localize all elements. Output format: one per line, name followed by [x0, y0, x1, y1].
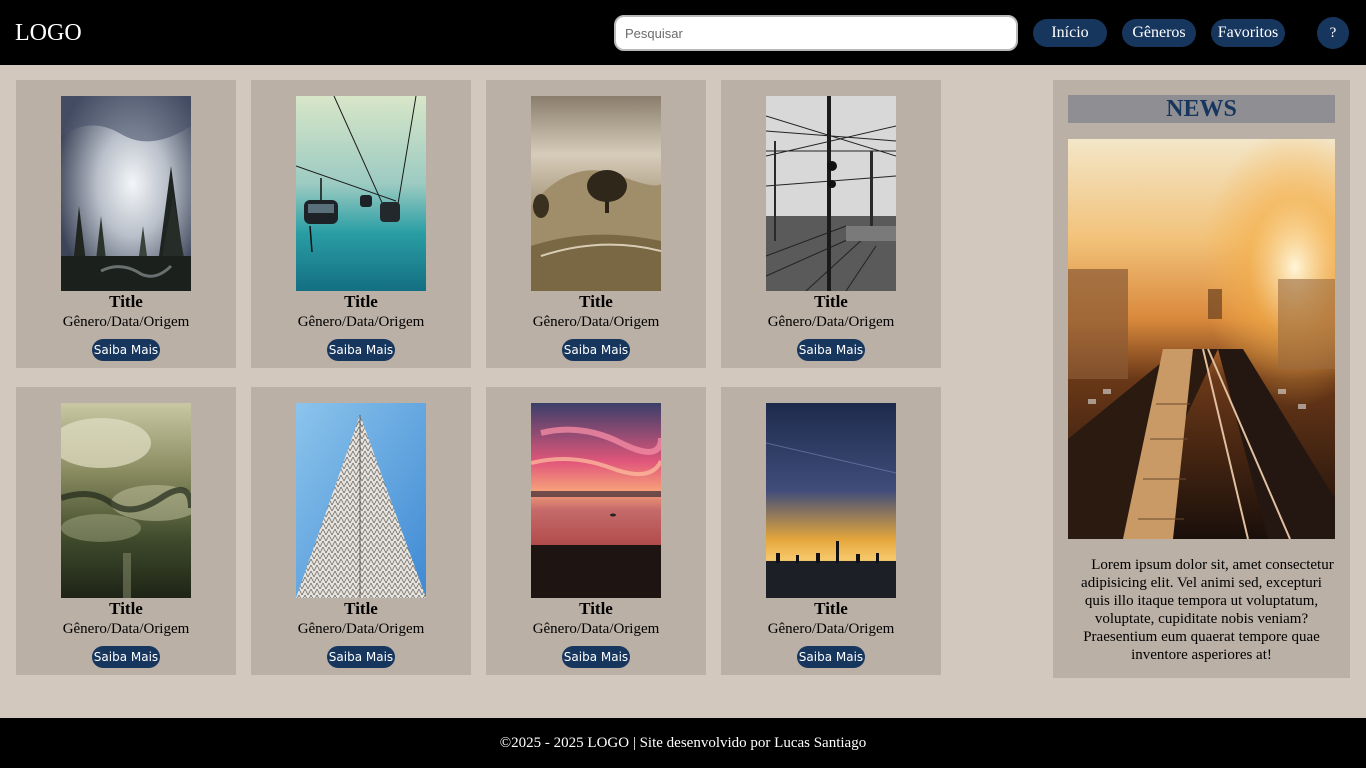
- saiba-mais-button[interactable]: Saiba Mais: [797, 646, 865, 668]
- news-title: NEWS: [1068, 95, 1335, 123]
- card-image-sepia-hill-tree[interactable]: [531, 96, 661, 291]
- saiba-mais-button[interactable]: Saiba Mais: [92, 646, 160, 668]
- content-card: Title Gênero/Data/Origem Saiba Mais: [721, 387, 941, 675]
- saiba-mais-button[interactable]: Saiba Mais: [797, 339, 865, 361]
- saiba-mais-button[interactable]: Saiba Mais: [562, 646, 630, 668]
- card-image-dusk-pier[interactable]: [766, 403, 896, 598]
- card-title: Title: [344, 599, 378, 618]
- saiba-mais-button[interactable]: Saiba Mais: [327, 339, 395, 361]
- card-title: Title: [579, 599, 613, 618]
- content-card: Title Gênero/Data/Origem Saiba Mais: [251, 387, 471, 675]
- card-meta: Gênero/Data/Origem: [62, 621, 190, 637]
- card-meta: Gênero/Data/Origem: [532, 314, 660, 330]
- card-image-pink-beach-sunset[interactable]: [531, 403, 661, 598]
- card-title: Title: [814, 292, 848, 311]
- card-image-railway-wires[interactable]: [766, 96, 896, 291]
- content-card: Title Gênero/Data/Origem Saiba Mais: [486, 387, 706, 675]
- news-text: Lorem ipsum dolor sit, amet consectetur …: [1081, 557, 1334, 663]
- site-logo[interactable]: LOGO: [15, 19, 82, 47]
- nav-generos-button[interactable]: Gêneros: [1122, 19, 1196, 47]
- site-footer: ©2025 - 2025 LOGO | Site desenvolvido po…: [0, 718, 1366, 768]
- card-image-cable-cars[interactable]: [296, 96, 426, 291]
- news-panel: NEWS Lorem ipsum dolor sit, amet consect…: [1053, 80, 1350, 678]
- card-meta: Gênero/Data/Origem: [532, 621, 660, 637]
- card-title: Title: [344, 292, 378, 311]
- saiba-mais-button[interactable]: Saiba Mais: [327, 646, 395, 668]
- card-meta: Gênero/Data/Origem: [767, 314, 895, 330]
- card-image-foggy-valley[interactable]: [61, 403, 191, 598]
- help-button[interactable]: ?: [1317, 17, 1349, 49]
- news-image-city-train-sunset[interactable]: [1068, 139, 1335, 539]
- card-title: Title: [579, 292, 613, 311]
- card-title: Title: [814, 599, 848, 618]
- card-meta: Gênero/Data/Origem: [297, 621, 425, 637]
- card-meta: Gênero/Data/Origem: [297, 314, 425, 330]
- card-title: Title: [109, 292, 143, 311]
- search-input[interactable]: [614, 15, 1018, 51]
- card-image-skyscraper[interactable]: [296, 403, 426, 598]
- card-meta: Gênero/Data/Origem: [62, 314, 190, 330]
- card-meta: Gênero/Data/Origem: [767, 621, 895, 637]
- saiba-mais-button[interactable]: Saiba Mais: [562, 339, 630, 361]
- content-card: Title Gênero/Data/Origem Saiba Mais: [721, 80, 941, 368]
- content-card: Title Gênero/Data/Origem Saiba Mais: [16, 387, 236, 675]
- saiba-mais-button[interactable]: Saiba Mais: [92, 339, 160, 361]
- site-header: LOGO Início Gêneros Favoritos ?: [0, 0, 1366, 65]
- nav-inicio-button[interactable]: Início: [1033, 19, 1107, 47]
- card-image-misty-forest[interactable]: [61, 96, 191, 291]
- card-title: Title: [109, 599, 143, 618]
- content-card: Title Gênero/Data/Origem Saiba Mais: [486, 80, 706, 368]
- content-card: Title Gênero/Data/Origem Saiba Mais: [251, 80, 471, 368]
- nav-favoritos-button[interactable]: Favoritos: [1211, 19, 1285, 47]
- content-card: Title Gênero/Data/Origem Saiba Mais: [16, 80, 236, 368]
